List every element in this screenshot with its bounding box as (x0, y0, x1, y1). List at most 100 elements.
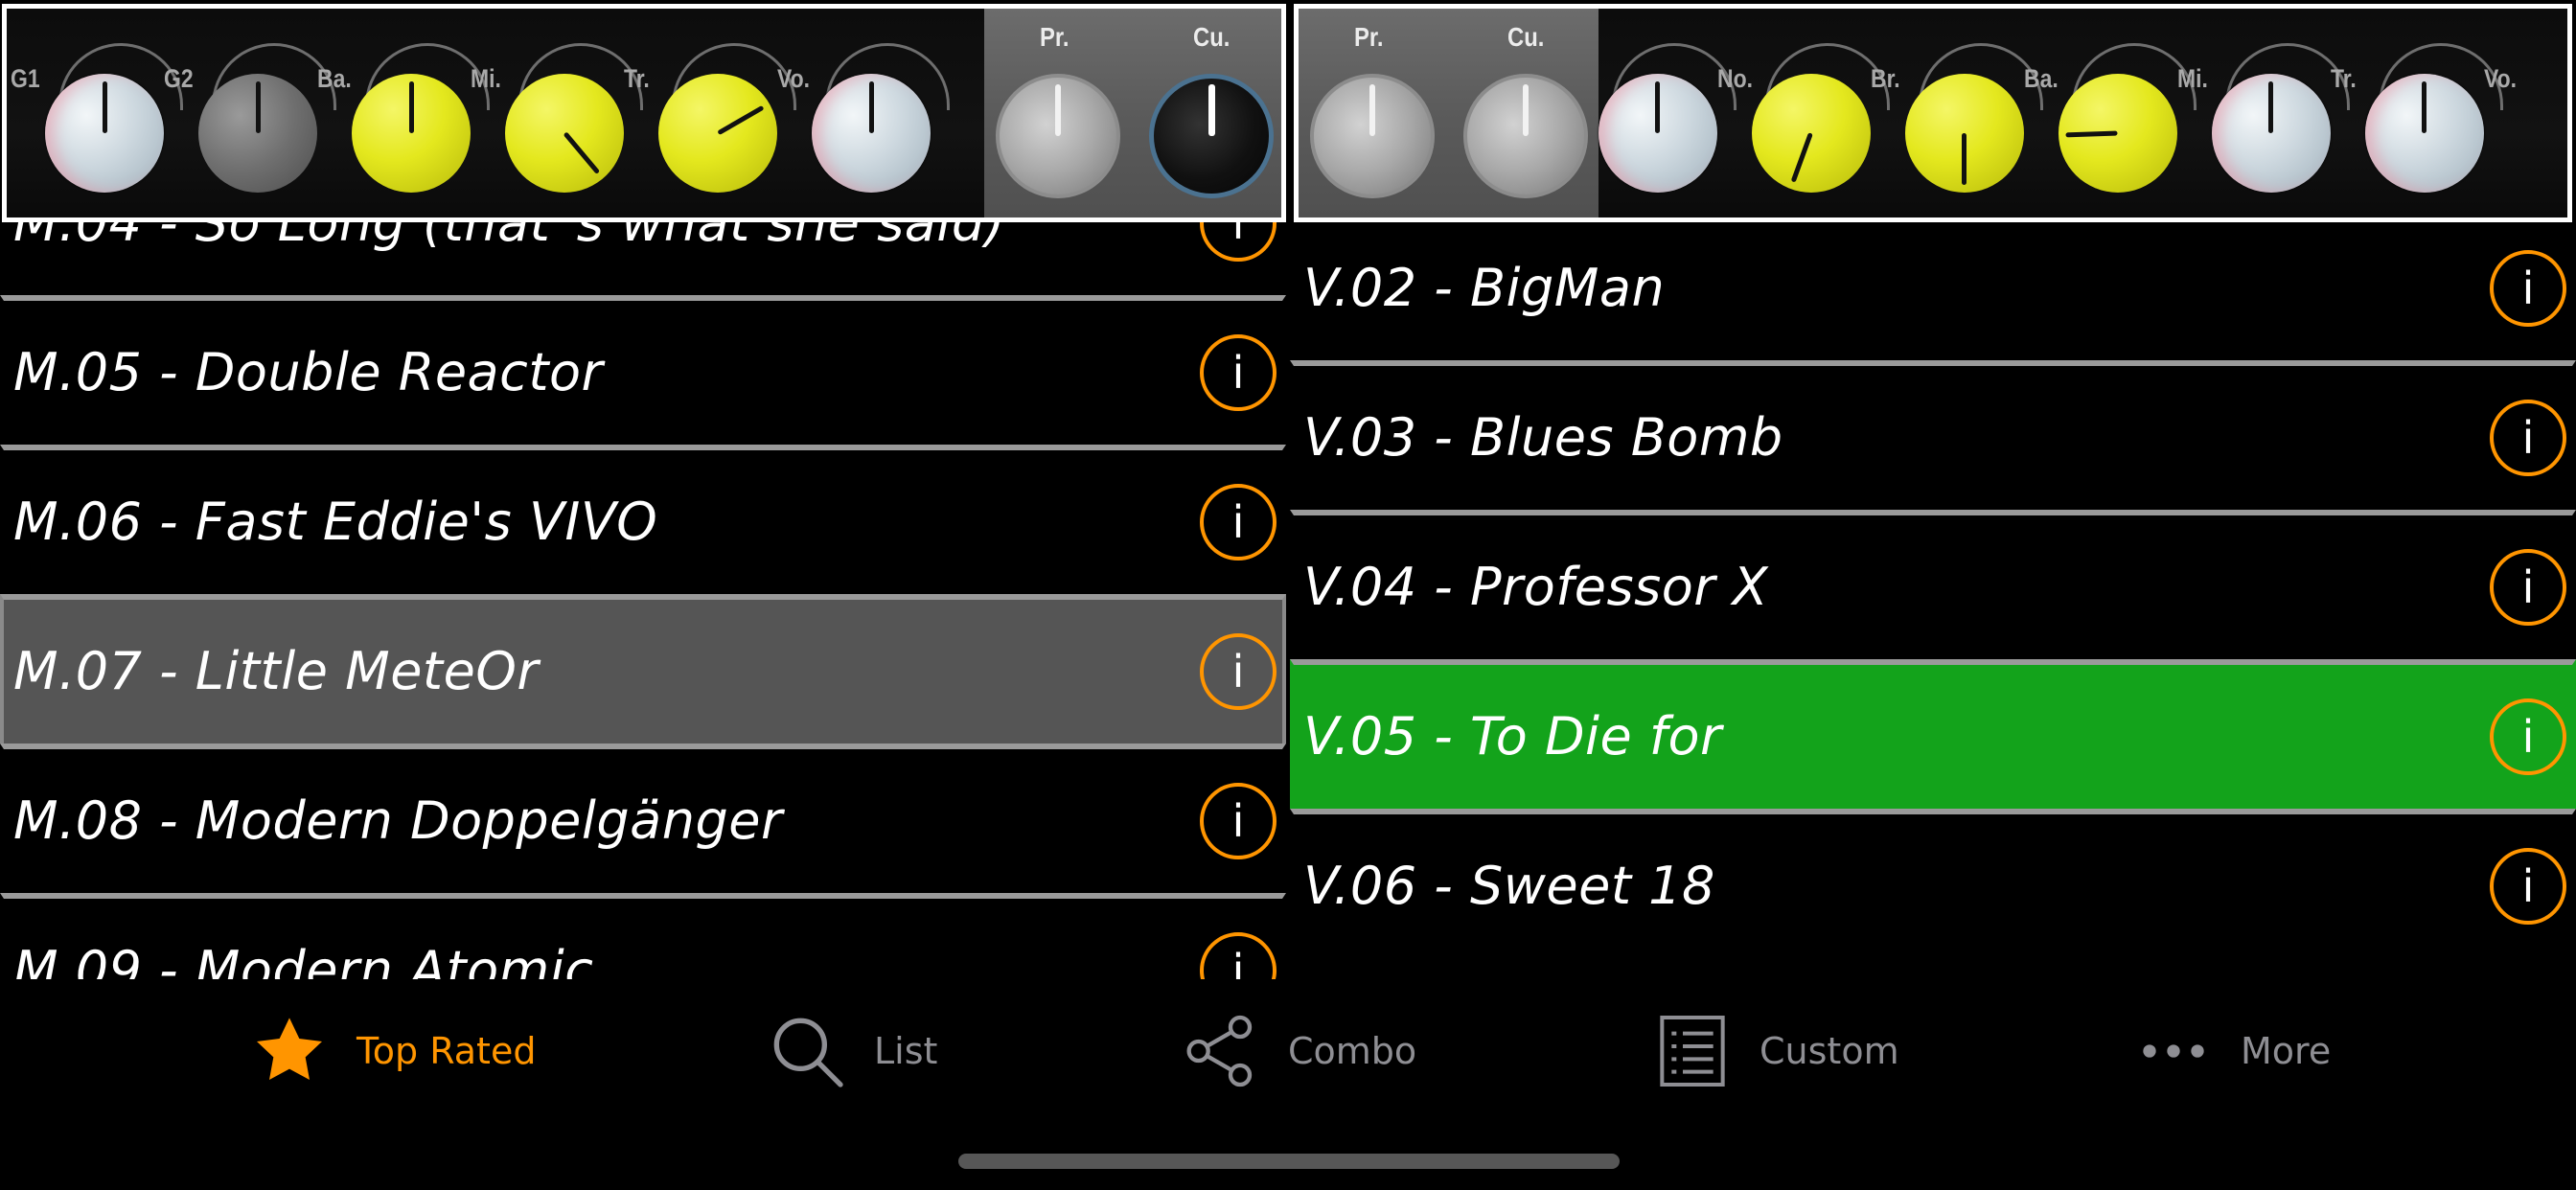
knob-slot: Mi. (467, 9, 643, 217)
knob-pointer (2065, 130, 2118, 138)
knob-section-right: No. Br. Ba. Mi. Tr. Vo. (1598, 9, 2567, 217)
preset-row[interactable]: V.05 - To Die for i (1290, 659, 2576, 809)
knob-pointer (1208, 84, 1215, 136)
preset-name: M.07 - Little MeteOr (13, 641, 540, 701)
knob[interactable] (2211, 74, 2331, 193)
knob[interactable] (1751, 74, 1871, 193)
knob[interactable] (352, 74, 471, 193)
tab-label: More (2241, 1030, 2332, 1072)
tab-list[interactable]: List (765, 1008, 937, 1094)
preset-name: M.05 - Double Reactor (13, 342, 604, 402)
info-button[interactable]: i (2490, 549, 2566, 626)
home-indicator (958, 1154, 1620, 1169)
knob-section-left: G1 G2 Ba. Mi. Tr. Vo. (7, 9, 984, 217)
knob-slot: G1 (7, 9, 183, 217)
knob-slot: Mi. (2174, 9, 2350, 217)
info-button[interactable]: i (1200, 633, 1276, 710)
knob-pointer (1055, 84, 1061, 136)
tab-label: List (874, 1030, 938, 1072)
tab-label: Top Rated (356, 1030, 537, 1072)
preset-row[interactable]: M.06 - Fast Eddie's VIVO i (0, 445, 1286, 594)
knob[interactable] (1149, 74, 1274, 198)
knob[interactable] (45, 74, 164, 193)
preset-row[interactable]: V.03 - Blues Bomb i (1290, 360, 2576, 510)
knob-slot: Ba. (313, 9, 490, 217)
knob-label: Ba. (2023, 64, 2058, 93)
extra-section-left: Pr. Cu. (984, 9, 1281, 217)
knob[interactable] (1598, 74, 1717, 193)
knob[interactable] (996, 74, 1120, 198)
info-button[interactable]: i (1200, 932, 1276, 979)
preset-row[interactable]: M.07 - Little MeteOr i (0, 594, 1286, 744)
info-button[interactable]: i (1200, 484, 1276, 561)
amp-panel-right[interactable]: Pr. Cu. No. Br. Ba. Mi. Tr. Vo. (1294, 4, 2572, 222)
info-button[interactable]: i (1200, 334, 1276, 411)
knob-label: Tr. (2330, 64, 2357, 93)
info-button[interactable]: i (2490, 400, 2566, 476)
preset-name: V.04 - Professor X (1303, 557, 1769, 617)
knob[interactable] (1310, 74, 1435, 198)
preset-name: V.03 - Blues Bomb (1303, 407, 1783, 468)
knob-label: Mi. (471, 64, 501, 93)
knob-slot (1560, 9, 1736, 217)
tab-label: Combo (1288, 1030, 1417, 1072)
preset-name: M.09 - Modern Atomic (13, 940, 594, 979)
knob-slot: Br. (1867, 9, 2043, 217)
preset-rows-right: iV.02 - BigManiV.03 - Blues BombiV.04 - … (1290, 222, 2576, 958)
knob-label: G1 (11, 64, 40, 93)
knob[interactable] (2058, 74, 2177, 193)
info-button[interactable]: i (2490, 698, 2566, 775)
search-icon (765, 1009, 849, 1093)
knob-label: Cu. (1193, 22, 1230, 52)
knob-slot: Pr. (984, 9, 1138, 217)
knob-slot: Tr. (2327, 9, 2503, 217)
preset-row[interactable]: V.06 - Sweet 18 i (1290, 809, 2576, 958)
preset-name: M.06 - Fast Eddie's VIVO (13, 492, 658, 552)
preset-row[interactable]: V.04 - Professor X i (1290, 510, 2576, 659)
preset-name: M.04 - So Long (that´s what she said) (13, 222, 1006, 253)
knob[interactable] (658, 74, 777, 193)
knob-label: No. (1716, 64, 1753, 93)
preset-name: M.08 - Modern Doppelgänger (13, 790, 783, 851)
knob-label: Cu. (1507, 22, 1545, 52)
info-button[interactable]: i (1200, 783, 1276, 859)
preset-list-right[interactable]: iV.02 - BigManiV.03 - Blues BombiV.04 - … (1290, 222, 2576, 979)
preset-name: V.02 - BigMan (1303, 258, 1666, 318)
knob-label: Tr. (624, 64, 650, 93)
knob-pointer (1790, 132, 1813, 183)
knob[interactable] (198, 74, 317, 193)
info-button[interactable]: i (2490, 848, 2566, 925)
knob-pointer (2422, 81, 2427, 133)
knob[interactable] (812, 74, 931, 193)
knob-pointer (1655, 81, 1661, 133)
knob-pointer (255, 81, 261, 133)
amp-panel-left[interactable]: G1 G2 Ba. Mi. Tr. Vo. Pr. Cu. (2, 4, 1286, 222)
preset-row[interactable]: M.05 - Double Reactor i (0, 295, 1286, 445)
knob-label: Mi. (2176, 64, 2208, 93)
tab-custom[interactable]: Custom (1650, 1008, 1899, 1094)
tab-more[interactable]: More (2131, 1008, 2331, 1094)
knob-label: Pr. (1040, 22, 1070, 52)
share-icon (1179, 1009, 1263, 1093)
knob-slot: No. (1714, 9, 1890, 217)
preset-row[interactable]: M.08 - Modern Doppelgänger i (0, 744, 1286, 893)
tab-bar: Top Rated List Combo Custom More (0, 979, 2576, 1142)
knob-pointer (408, 81, 414, 133)
tab-combo[interactable]: Combo (1179, 1008, 1416, 1094)
info-button[interactable]: i (1200, 222, 1276, 262)
preset-row[interactable]: M.04 - So Long (that´s what she said) i (0, 222, 1286, 295)
preset-rows-left: M.04 - So Long (that´s what she said) i M.… (0, 222, 1286, 979)
knob[interactable] (505, 74, 624, 193)
knob-slot: Pr. (1299, 9, 1452, 217)
knob[interactable] (1904, 74, 2024, 193)
extra-section-right: Pr. Cu. (1299, 9, 1598, 217)
info-button[interactable]: i (2490, 250, 2566, 327)
tab-top-rated[interactable]: Top Rated (247, 1008, 536, 1094)
preset-name: V.06 - Sweet 18 (1303, 856, 1715, 916)
preset-row[interactable]: M.09 - Modern Atomic i (0, 893, 1286, 979)
knob-slot: Vo. (2480, 9, 2567, 217)
knob-label: Pr. (1354, 22, 1384, 52)
knob[interactable] (2364, 74, 2484, 193)
preset-row[interactable]: V.02 - BigMan i (1290, 222, 2576, 360)
preset-list-left[interactable]: M.04 - So Long (that´s what she said) i M.… (0, 222, 1286, 979)
